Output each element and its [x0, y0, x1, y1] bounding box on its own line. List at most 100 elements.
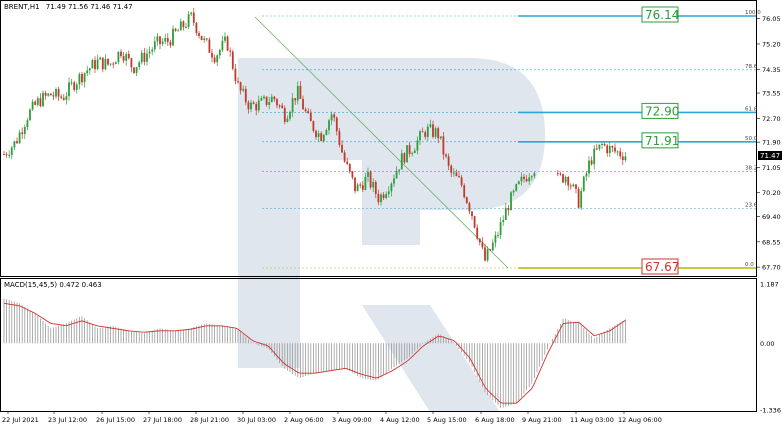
candle-body — [10, 147, 13, 156]
candle-body — [442, 136, 445, 155]
candle-body — [208, 39, 211, 53]
candle-body — [159, 36, 161, 44]
candle-body — [260, 98, 263, 101]
candle-body — [460, 177, 463, 186]
candle-body — [530, 176, 533, 178]
candle-body — [593, 148, 596, 165]
candle-body — [252, 102, 255, 104]
candle-body — [400, 153, 403, 170]
candle-body — [239, 82, 242, 91]
candle-body — [216, 55, 219, 63]
candle-body — [588, 160, 590, 174]
time-axis: 22 Jul 2021 23 Jul 12:00 26 Jul 15:00 27 Ju… — [2, 411, 662, 424]
candle-body — [341, 144, 343, 153]
candle-body — [445, 154, 447, 157]
candle-body — [380, 194, 382, 203]
candle-body — [281, 105, 284, 109]
time-tick-label: 2 Aug 06:00 — [284, 416, 324, 424]
candle-body — [229, 50, 232, 52]
candle-body — [572, 184, 575, 187]
candle-body — [104, 58, 107, 70]
candle-body — [13, 141, 16, 148]
candle-body — [255, 103, 258, 111]
price-tick-label: 71.90 — [762, 139, 781, 147]
candle-body — [520, 176, 523, 182]
candle-body — [99, 57, 102, 60]
candle-body — [317, 133, 320, 138]
candle-body — [322, 134, 325, 142]
candle-body — [564, 176, 567, 183]
candle-body — [312, 121, 315, 131]
candle-body — [471, 211, 473, 217]
candle-body — [5, 154, 8, 156]
candle-body — [325, 130, 328, 135]
candle-body — [458, 176, 460, 178]
candle-body — [374, 182, 377, 194]
price-tick-label: 72.70 — [762, 115, 781, 123]
candle-body — [190, 12, 193, 15]
candle-body — [203, 38, 206, 41]
candle-body — [127, 53, 130, 59]
candle-body — [575, 184, 577, 189]
candle-body — [403, 153, 406, 163]
candle-body — [8, 155, 11, 157]
candle-body — [278, 105, 281, 107]
candle-body — [411, 152, 414, 155]
candle-body — [21, 132, 24, 135]
candle-body — [120, 51, 122, 57]
fib-price-label: 76.14 — [645, 8, 679, 22]
candle-body — [62, 97, 65, 100]
candle-body — [416, 140, 419, 151]
candle-body — [377, 193, 380, 203]
candle-body — [515, 184, 518, 191]
candle-body — [304, 109, 307, 112]
candle-body — [497, 235, 499, 237]
candle-body — [286, 118, 289, 122]
candle-body — [101, 57, 104, 70]
candle-body — [580, 190, 583, 208]
candle-body — [294, 98, 297, 101]
candle-body — [247, 102, 250, 110]
candle-body — [117, 51, 120, 63]
fib-percent-label: 50.0 — [745, 136, 758, 142]
candle-body — [283, 108, 286, 122]
candle-body — [504, 208, 507, 220]
candle-body — [302, 98, 304, 110]
candle-body — [382, 194, 385, 199]
time-tick-label: 30 Jul 03:00 — [237, 416, 276, 424]
candle-body — [44, 92, 47, 96]
candle-body — [26, 120, 29, 128]
candle-body — [109, 63, 112, 65]
candle-body — [582, 176, 585, 191]
candle-body — [354, 177, 356, 192]
fib-percent-label: 0.0 — [745, 262, 754, 268]
candle-body — [224, 36, 226, 41]
candle-body — [577, 188, 580, 208]
candle-body — [68, 82, 70, 97]
candle-body — [65, 96, 68, 100]
candle-body — [426, 126, 429, 137]
candle-body — [398, 169, 401, 171]
symbol-ohlc-header: BRENT,H1 71.49 71.56 71.46 71.47 — [4, 3, 133, 11]
candle-body — [447, 156, 450, 166]
candle-body — [616, 151, 619, 153]
candle-body — [525, 178, 528, 182]
candle-body — [387, 191, 390, 195]
candle-body — [463, 185, 466, 198]
candle-body — [3, 154, 5, 156]
candle-body — [268, 102, 271, 105]
candle-body — [151, 49, 154, 52]
candle-body — [221, 40, 224, 50]
candle-body — [502, 219, 505, 222]
candle-body — [559, 173, 562, 175]
candle-body — [432, 124, 434, 137]
candle-body — [421, 131, 424, 133]
candle-body — [34, 101, 37, 105]
candle-body — [205, 38, 208, 40]
watermark-r-leg — [362, 305, 500, 412]
candle-body — [86, 70, 89, 74]
candle-body — [473, 216, 476, 228]
candle-body — [385, 194, 388, 199]
candle-body — [361, 185, 364, 190]
candle-body — [107, 58, 109, 65]
